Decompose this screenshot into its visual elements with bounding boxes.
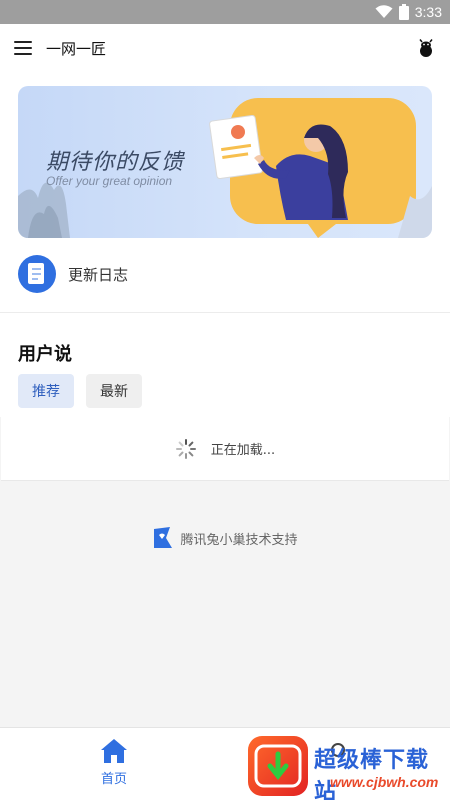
document-icon <box>18 255 56 293</box>
status-time: 3:33 <box>414 4 442 20</box>
support-text: 腾讯兔小巢技术支持 <box>180 532 298 548</box>
watermark-logo-icon <box>248 736 308 796</box>
banner-title: 期待你的反馈 <box>46 150 185 175</box>
bug-icon[interactable] <box>416 38 436 58</box>
tab-latest[interactable]: 最新 <box>86 374 142 408</box>
feedback-banner[interactable]: 期待你的反馈 Offer your great opinion <box>18 86 432 238</box>
wifi-icon <box>375 5 393 18</box>
banner-subtitle: Offer your great opinion <box>46 174 173 188</box>
nav-home[interactable]: 首页 <box>86 738 142 790</box>
txc-logo-icon <box>154 527 173 548</box>
section-title: 用户说 <box>18 344 72 365</box>
status-bar: 3:33 <box>0 0 450 24</box>
loading-text: 正在加载... <box>210 443 276 458</box>
watermark-text: 超级棒下载站 <box>314 748 430 800</box>
menu-icon[interactable] <box>14 41 32 55</box>
app-bar: 一网一匠 <box>0 24 450 72</box>
app-title: 一网一匠 <box>46 39 107 58</box>
changelog-item[interactable]: 更新日志 <box>18 254 128 294</box>
watermark-url: www.cjbwh.com <box>330 774 439 790</box>
loading-card: 正在加载... <box>1 417 449 481</box>
loading-spinner-icon <box>175 438 196 459</box>
nav-home-label: 首页 <box>100 772 127 787</box>
watermark: 超级棒下载站 www.cjbwh.com <box>248 734 450 800</box>
changelog-label: 更新日志 <box>68 265 129 284</box>
battery-icon <box>398 4 409 20</box>
home-icon <box>101 739 127 763</box>
tab-recommend[interactable]: 推荐 <box>18 374 74 408</box>
support-footer[interactable]: 腾讯兔小巢技术支持 <box>0 526 450 550</box>
